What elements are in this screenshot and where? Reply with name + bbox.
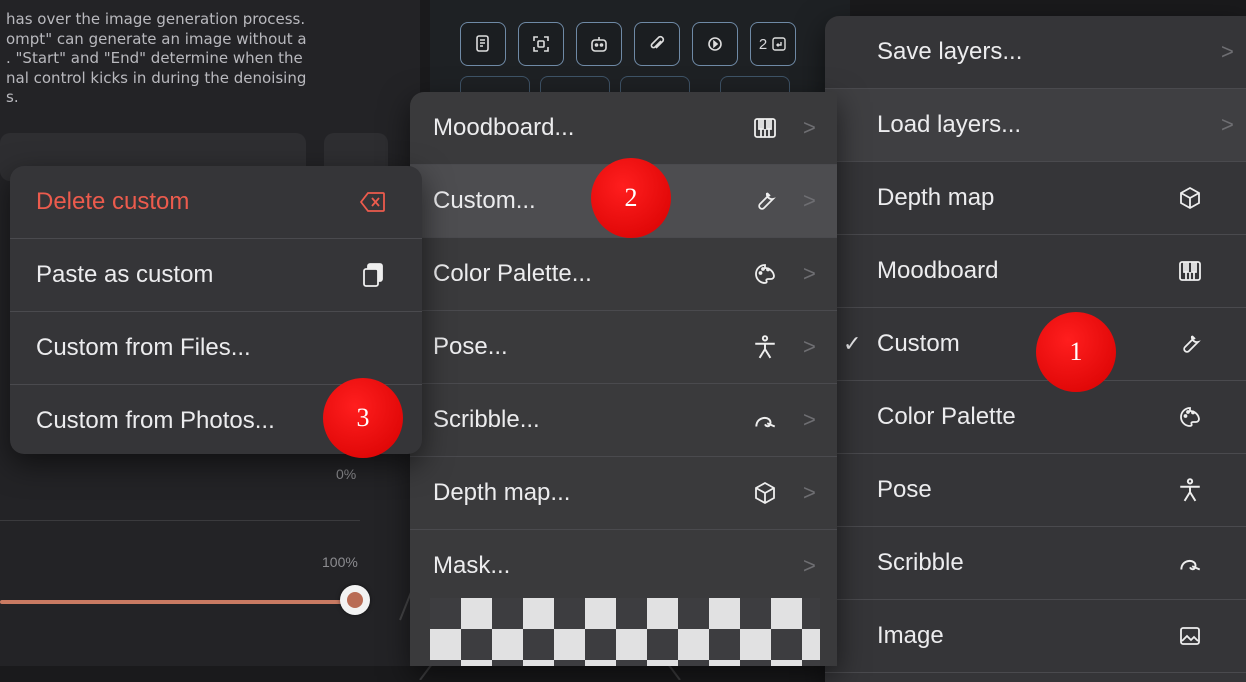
percent-label-high: 100% xyxy=(322,554,358,570)
divider xyxy=(0,520,360,521)
annotation-badge: 3 xyxy=(323,378,403,458)
delete-custom-item[interactable]: Delete custom xyxy=(10,166,422,239)
scribble-icon xyxy=(1175,548,1205,578)
chevron-right-icon: > xyxy=(803,480,816,505)
chevron-right-icon: > xyxy=(1221,112,1234,137)
description-line: . "Start" and "End" determine when the xyxy=(6,49,303,67)
image-icon xyxy=(1175,621,1205,651)
menu-item-label: Pose... xyxy=(433,333,508,360)
menu-item-save-layers[interactable]: Save layers... > xyxy=(825,16,1246,89)
description-text: has over the image generation process. o… xyxy=(6,10,366,108)
chevron-right-icon: > xyxy=(803,115,816,140)
menu-item-label: Moodboard... xyxy=(433,114,575,141)
menu-item-pose[interactable]: Pose xyxy=(825,454,1246,527)
description-line: ompt" can generate an image without a xyxy=(6,29,307,48)
submenu-item-depth-map[interactable]: Depth map... > xyxy=(410,457,837,530)
annotation-badge: 2 xyxy=(591,158,671,238)
menu-item-depth-map[interactable]: Depth map xyxy=(825,162,1246,235)
menu-item-label: Custom from Files... xyxy=(36,334,251,361)
description-line: nal control kicks in during the denoisin… xyxy=(6,68,307,87)
chevron-right-icon: > xyxy=(803,407,816,432)
submenu-item-mask[interactable]: Mask... > xyxy=(410,530,837,602)
cube-icon xyxy=(750,478,780,508)
cube-icon xyxy=(1175,183,1205,213)
submenu-item-moodboard[interactable]: Moodboard... > xyxy=(410,92,837,165)
menu-item-label: Scribble... xyxy=(433,406,540,433)
menu-item-color-palette[interactable]: Color Palette xyxy=(825,381,1246,454)
menu-item-moodboard[interactable]: Moodboard xyxy=(825,235,1246,308)
menu-item-label: Moodboard xyxy=(877,257,999,284)
menu-item-label: Image xyxy=(877,622,944,649)
menu-item-label: Paste as custom xyxy=(36,261,214,288)
checkmark-icon: ✓ xyxy=(843,331,862,356)
person-icon xyxy=(1175,475,1205,505)
menu-item-label: Scribble xyxy=(877,549,964,576)
weight-slider-track[interactable] xyxy=(0,600,356,604)
menu-item-label: Delete custom xyxy=(36,188,190,215)
submenu-item-pose[interactable]: Pose... > xyxy=(410,311,837,384)
toolbar: 2 xyxy=(430,0,850,108)
annotation-badge: 1 xyxy=(1036,312,1116,392)
chevron-right-icon: > xyxy=(803,334,816,359)
menu-item-label: Pose xyxy=(877,476,932,503)
menu-item-label: Save layers... xyxy=(877,38,1023,65)
piano-icon xyxy=(1175,256,1205,286)
menu-item-custom[interactable]: ✓ Custom xyxy=(825,308,1246,381)
scroll-icon[interactable] xyxy=(460,22,506,66)
pages-count: 2 xyxy=(758,35,768,53)
menu-item-label: Color Palette xyxy=(877,403,1016,430)
paperclip-icon[interactable] xyxy=(634,22,680,66)
menu-item-scribble[interactable]: Scribble xyxy=(825,527,1246,600)
weight-slider-thumb[interactable] xyxy=(340,585,370,615)
menu-item-label: Mask... xyxy=(433,552,511,579)
paste-as-custom-item[interactable]: Paste as custom xyxy=(10,239,422,312)
description-line: has over the image generation process. xyxy=(6,10,306,28)
menu-item-label: Depth map... xyxy=(433,479,571,506)
palette-icon xyxy=(1175,402,1205,432)
wrench-icon xyxy=(1175,329,1205,359)
chevron-right-icon: > xyxy=(1221,39,1234,64)
palette-icon xyxy=(750,259,780,289)
submenu-item-scribble[interactable]: Scribble... > xyxy=(410,384,837,457)
scribble-icon xyxy=(750,405,780,435)
menu-item-label: Custom from Photos... xyxy=(36,407,275,434)
pages-button[interactable]: 2 xyxy=(750,22,796,66)
focus-icon[interactable] xyxy=(518,22,564,66)
play-icon[interactable] xyxy=(692,22,738,66)
delete-icon xyxy=(358,187,388,217)
menu-item-label: Color Palette... xyxy=(433,260,592,287)
clipboard-icon xyxy=(358,260,388,290)
custom-from-files-item[interactable]: Custom from Files... xyxy=(10,312,422,385)
description-line: s. xyxy=(6,88,19,106)
canvas-preview xyxy=(430,598,820,666)
chevron-right-icon: > xyxy=(803,553,816,578)
menu-item-load-layers[interactable]: Load layers... > xyxy=(825,89,1246,162)
robot-icon[interactable] xyxy=(576,22,622,66)
wrench-icon xyxy=(750,186,780,216)
percent-label-low: 0% xyxy=(336,466,357,482)
menu-item-label: Load layers... xyxy=(877,111,1022,138)
chevron-right-icon: > xyxy=(803,188,816,213)
menu-item-image[interactable]: Image xyxy=(825,600,1246,673)
chevron-right-icon: > xyxy=(803,261,816,286)
person-icon xyxy=(750,332,780,362)
menu-item-label: Depth map xyxy=(877,184,995,211)
menu-item-label: Custom... xyxy=(433,187,536,214)
submenu-item-color-palette[interactable]: Color Palette... > xyxy=(410,238,837,311)
menu-item-label: Custom xyxy=(877,330,960,357)
piano-icon xyxy=(750,113,780,143)
